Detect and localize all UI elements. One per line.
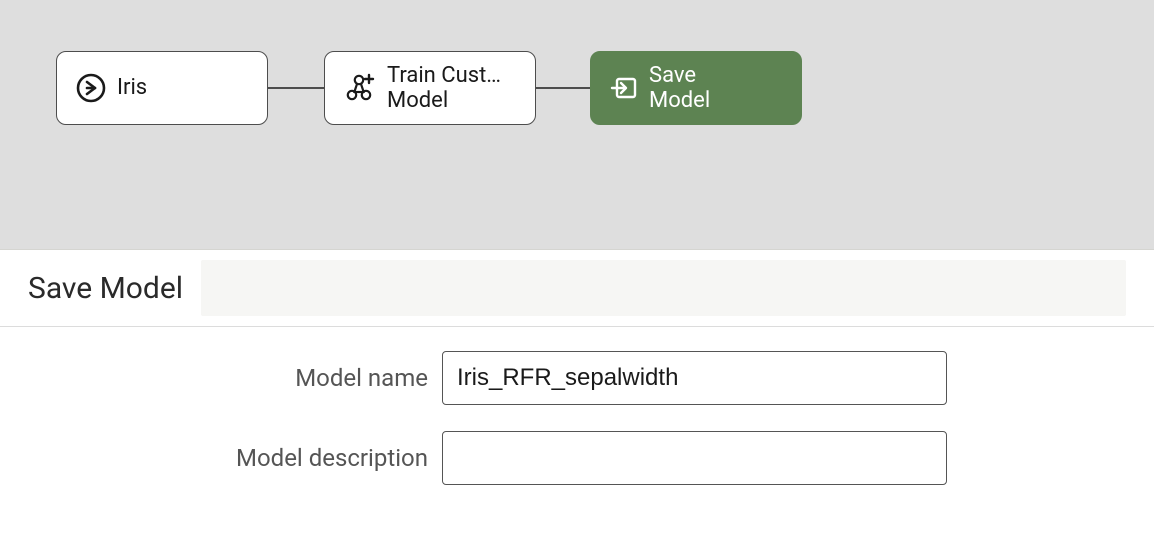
model-name-label: Model name [28, 364, 428, 392]
pipeline-connector [268, 87, 324, 89]
model-description-label: Model description [28, 444, 428, 472]
pipeline-canvas[interactable]: Iris Train Cust… Model Sa [0, 0, 1154, 250]
pipeline-node-iris[interactable]: Iris [56, 51, 268, 125]
train-model-icon [343, 71, 377, 105]
pipeline-node-save[interactable]: Save Model [590, 51, 802, 125]
model-name-input[interactable] [442, 351, 947, 405]
pipeline-node-label: Iris [117, 75, 147, 100]
form-row-model-description: Model description [28, 431, 1126, 485]
arrow-right-circle-icon [75, 72, 107, 104]
save-model-icon [609, 73, 639, 103]
panel-header: Save Model [0, 250, 1154, 327]
pipeline-node-label: Train Cust… Model [387, 63, 501, 114]
panel-title: Save Model [28, 271, 183, 306]
panel-body: Model name Model description [0, 327, 1154, 551]
pipeline-node-train[interactable]: Train Cust… Model [324, 51, 536, 125]
details-panel: Save Model Model name Model description [0, 250, 1154, 551]
form-row-model-name: Model name [28, 351, 1126, 405]
pipeline-connector [536, 87, 590, 89]
panel-header-spacer [201, 260, 1126, 316]
pipeline-node-label: Save Model [649, 63, 710, 114]
model-description-input[interactable] [442, 431, 947, 485]
